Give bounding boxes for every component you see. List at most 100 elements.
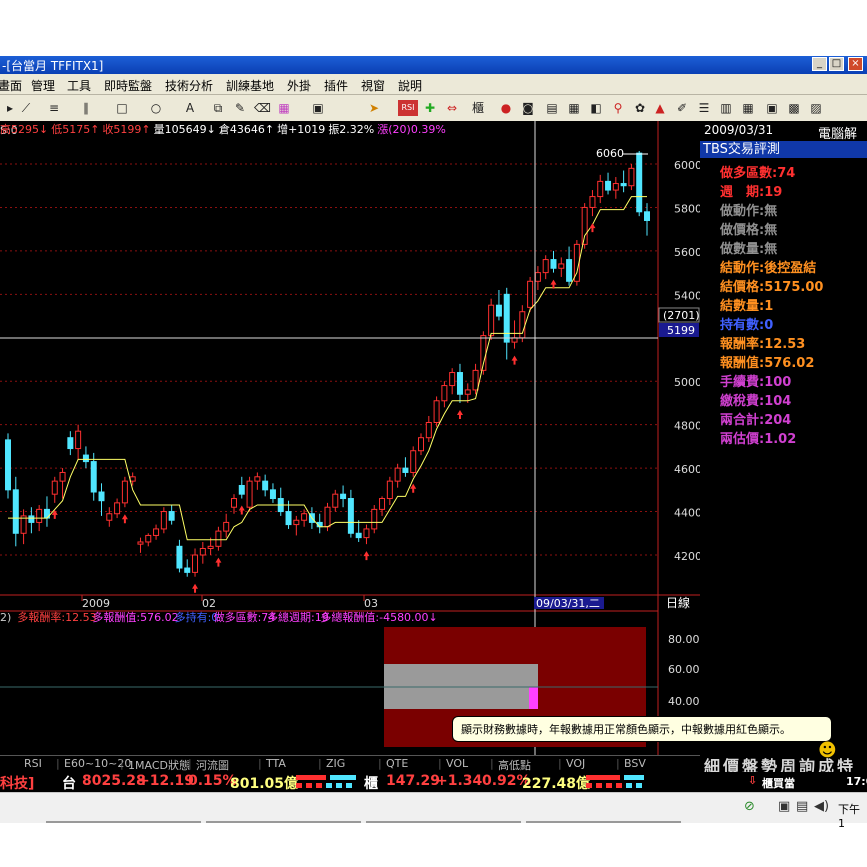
indicator-icon[interactable]: ● [498, 100, 514, 116]
swap-icon[interactable]: ⇔ [444, 100, 460, 116]
subchart-bar [529, 687, 538, 709]
indicator-tab[interactable]: VOJ [566, 757, 585, 770]
rsi-button[interactable]: RSI [398, 100, 418, 116]
draw-icon[interactable]: ✐ [674, 100, 690, 116]
candle [636, 152, 643, 213]
book-icon[interactable]: ◧ [588, 100, 604, 116]
menu-item-help[interactable]: 說明 [398, 77, 422, 94]
candle [254, 476, 261, 482]
menu-item-tools[interactable]: 工具 [67, 77, 91, 94]
open-icon[interactable]: ➤ [366, 100, 382, 116]
table-icon[interactable]: ▦ [740, 100, 756, 116]
quote-info-item: 漲(20)0.39% [377, 123, 446, 136]
menu-item-monitor[interactable]: 即時監盤 [104, 77, 152, 94]
volume-icon[interactable]: ◙ [520, 100, 536, 116]
panel-row-value: 104 [764, 394, 792, 409]
calendar-icon[interactable]: ▤ [544, 100, 560, 116]
quote-info-item: 量105649↓ [153, 123, 216, 136]
security-tray-icon[interactable]: ⊘ [744, 799, 755, 814]
indicator-tab[interactable]: TTA [266, 757, 286, 770]
color-palette-icon[interactable]: ▦ [276, 100, 292, 116]
taskbar: ⊘ ▣ ▤ ◀) 下午 1 [0, 792, 867, 830]
selector-dropdown[interactable]: 櫃 [470, 100, 486, 116]
maximize-button[interactable]: □ [829, 57, 844, 71]
task-button[interactable] [366, 821, 521, 823]
chart-area[interactable]: 6000 5800 5600 5400 5000 4800 4600 4400 4200 2009… [0, 121, 700, 755]
task-button[interactable] [206, 821, 361, 823]
network-tray-icon[interactable]: ▣ [778, 799, 790, 814]
grid-icon[interactable]: ▦ [566, 100, 582, 116]
candle [114, 502, 121, 515]
indicator-tab[interactable]: VOL [446, 757, 468, 770]
pointer-icon[interactable]: ▸ [2, 100, 18, 116]
text-icon[interactable]: A [182, 100, 198, 116]
window-icon[interactable]: ▣ [764, 100, 780, 116]
indicator-tab[interactable]: BSV [624, 757, 646, 770]
rectangle-icon[interactable]: □ [114, 100, 130, 116]
task-button[interactable] [526, 821, 681, 823]
candle [620, 183, 627, 187]
candle [67, 437, 74, 450]
parallel-lines-icon[interactable]: ∥ [78, 100, 94, 116]
alert-icon[interactable]: ▲ [652, 100, 668, 116]
menu-item-training[interactable]: 訓練基地 [226, 77, 274, 94]
menu-item-manage[interactable]: 管理 [31, 77, 55, 94]
search-icon[interactable]: ⚲ [610, 100, 626, 116]
assistant-mascot-icon[interactable]: ☻ [818, 740, 837, 761]
quote-info-bar: 高5295↓ 低5175↑ 收5199↑ 量105649↓ 倉43646↑ 增+1019 振… [0, 121, 700, 136]
tab-separator: | [56, 757, 60, 770]
volume-tray-icon[interactable]: ◀) [814, 799, 829, 814]
panel-row: 結價格:5175.00 [720, 276, 823, 295]
tab-separator: | [188, 757, 192, 770]
candle [223, 521, 230, 532]
indicator-tab[interactable]: RSI [24, 757, 42, 770]
menu-item-analysis[interactable]: 技術分析 [165, 77, 213, 94]
menu-item-plugin[interactable]: 外掛 [287, 77, 311, 94]
panel-row-value: 1 [764, 299, 774, 314]
indicator-tab[interactable]: ZIG [326, 757, 345, 770]
indicator-value: 多持有:0 [175, 610, 219, 624]
kline-chart[interactable]: 6000 5800 5600 5400 5000 4800 4600 4400 4200 2009… [0, 121, 700, 755]
window-title: -[台當月 TFFITX1] [2, 59, 104, 73]
menu-item-window[interactable]: 視窗 [361, 77, 385, 94]
circle-icon[interactable]: ○ [148, 100, 164, 116]
buy-signal-arrow [215, 557, 222, 567]
period-label: 日線 [666, 595, 690, 610]
candle [566, 259, 573, 282]
indicator-tab[interactable]: 1MACD狀態 [128, 757, 190, 773]
eraser-icon[interactable]: ⌫ [254, 100, 271, 116]
copy-icon[interactable]: ⧉ [210, 100, 226, 116]
columns-icon[interactable]: ▥ [718, 100, 734, 116]
candle [581, 206, 588, 245]
add-icon[interactable]: ✚ [422, 100, 438, 116]
list-icon[interactable]: ☰ [696, 100, 712, 116]
display-tray-icon[interactable]: ▤ [796, 799, 808, 814]
task-button[interactable] [46, 821, 201, 823]
minimize-button[interactable]: _ [812, 57, 827, 71]
fibonacci-icon[interactable]: ≡ [46, 100, 62, 116]
settings-icon[interactable]: ✿ [632, 100, 648, 116]
candle [332, 493, 339, 508]
save-icon[interactable]: ▣ [310, 100, 326, 116]
indicator-tab[interactable]: QTE [386, 757, 408, 770]
panel-row-label: 兩合計: [720, 413, 765, 428]
trendline-icon[interactable]: ⟋ [18, 100, 34, 116]
picture-icon[interactable]: ▨ [808, 100, 824, 116]
candle [137, 541, 144, 545]
cursor-price: 5199 [667, 324, 695, 337]
close-button[interactable]: × [848, 57, 863, 71]
panel-row-label: 報酬值: [720, 356, 765, 371]
candle [215, 530, 222, 547]
panel-row-value: 204 [764, 413, 792, 428]
window-grid-icon[interactable]: ▩ [786, 100, 802, 116]
pencil-icon[interactable]: ✎ [232, 100, 248, 116]
menu-item-screen[interactable]: 畫面 [0, 77, 22, 94]
ticker-tw-label: 台 [62, 776, 76, 792]
indicator-tab[interactable]: 河流圖 [196, 757, 229, 773]
menu-item-addon[interactable]: 插件 [324, 77, 348, 94]
candle [550, 259, 557, 269]
panel-row-label: 做多區數: [720, 166, 778, 181]
indicator-tab[interactable]: 高低點 [498, 757, 531, 773]
buy-signal-arrow [121, 514, 128, 524]
tab-separator: | [490, 757, 494, 770]
